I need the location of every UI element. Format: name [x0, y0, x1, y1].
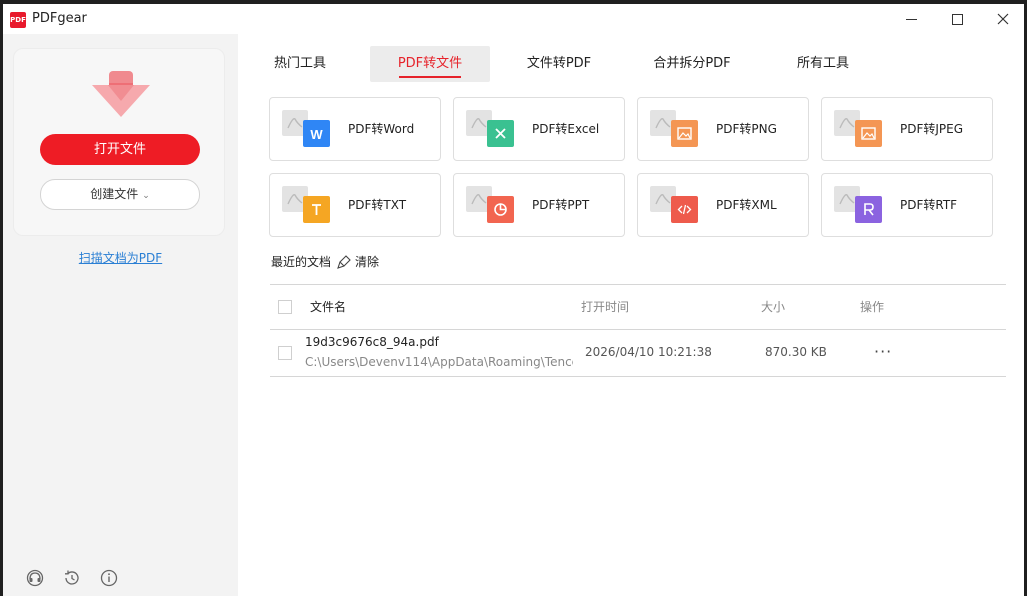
- tool-label: PDF转PNG: [716, 122, 777, 136]
- column-opened[interactable]: 打开时间: [581, 285, 629, 329]
- broom-icon[interactable]: [337, 254, 351, 269]
- tool-label: PDF转RTF: [900, 198, 958, 212]
- svg-text:W: W: [310, 127, 323, 142]
- excel-icon: [487, 120, 514, 147]
- tool-label: PDF转TXT: [348, 198, 407, 212]
- tool-pdf-to-png[interactable]: PDF转PNG: [637, 97, 809, 161]
- column-size[interactable]: 大小: [761, 285, 785, 329]
- tab-hot-tools[interactable]: 热门工具: [253, 46, 334, 82]
- image-icon: [671, 120, 698, 147]
- tool-label: PDF转JPEG: [900, 122, 964, 136]
- image-icon: [855, 120, 882, 147]
- tool-pdf-to-jpeg[interactable]: PDF转JPEG: [821, 97, 993, 161]
- headset-icon[interactable]: [25, 568, 45, 588]
- app-window: PDF PDFgear 打开文件 创建文件 ⌄ 扫描文档为PDF 热门工具 PD…: [3, 4, 1024, 596]
- app-logo: PDF: [10, 12, 26, 28]
- tool-label: PDF转XML: [716, 198, 777, 212]
- tool-pdf-to-excel[interactable]: PDF转Excel: [453, 97, 625, 161]
- code-icon: [671, 196, 698, 223]
- file-path: C:\Users\Devenv114\AppData\Roaming\Tence: [305, 355, 573, 369]
- tool-pdf-to-word[interactable]: W PDF转Word: [269, 97, 441, 161]
- sidebar: 打开文件 创建文件 ⌄ 扫描文档为PDF: [3, 34, 238, 596]
- scan-to-pdf-link[interactable]: 扫描文档为PDF: [3, 249, 238, 266]
- tool-pdf-to-xml[interactable]: PDF转XML: [637, 173, 809, 237]
- close-icon: [997, 13, 1009, 25]
- create-file-label: 创建文件: [90, 187, 139, 201]
- create-file-button[interactable]: 创建文件 ⌄: [40, 179, 200, 210]
- table-row[interactable]: 19d3c9676c8_94a.pdf C:\Users\Devenv114\A…: [270, 328, 1006, 377]
- open-file-button[interactable]: 打开文件: [40, 134, 200, 165]
- tool-pdf-to-ppt[interactable]: PDF转PPT: [453, 173, 625, 237]
- word-icon: W: [303, 120, 330, 147]
- select-all-checkbox[interactable]: [278, 300, 292, 314]
- tab-pdf-to-file[interactable]: PDF转文件: [370, 46, 490, 82]
- tool-label: PDF转PPT: [532, 198, 590, 212]
- column-name[interactable]: 文件名: [310, 285, 346, 329]
- row-checkbox[interactable]: [278, 346, 292, 360]
- recent-documents-title: 最近的文档: [271, 255, 332, 269]
- app-title: PDFgear: [32, 11, 87, 26]
- minimize-icon: [905, 18, 917, 20]
- history-icon[interactable]: [62, 568, 82, 588]
- tab-merge-split[interactable]: 合并拆分PDF: [631, 46, 753, 82]
- opened-time: 2026/04/10 10:21:38: [585, 345, 712, 359]
- rtf-icon: [855, 196, 882, 223]
- file-name[interactable]: 19d3c9676c8_94a.pdf: [305, 335, 439, 349]
- recent-documents-header: 最近的文档 清除: [271, 253, 379, 270]
- active-tab-indicator: [399, 76, 461, 78]
- maximize-icon: [951, 13, 963, 25]
- maximize-button[interactable]: [934, 4, 980, 34]
- download-arrow-icon: [92, 71, 150, 117]
- recent-table-header: 文件名 打开时间 大小 操作: [270, 284, 1006, 330]
- tool-pdf-to-rtf[interactable]: PDF转RTF: [821, 173, 993, 237]
- tab-all-tools[interactable]: 所有工具: [773, 46, 873, 82]
- clear-recent-button[interactable]: 清除: [355, 253, 379, 270]
- sidebar-footer: [25, 568, 119, 588]
- column-actions: 操作: [860, 300, 885, 314]
- text-icon: [303, 196, 330, 223]
- chevron-down-icon: ⌄: [142, 191, 150, 201]
- minimize-button[interactable]: [888, 4, 934, 34]
- tab-pdf-to-file-label: PDF转文件: [397, 56, 463, 71]
- ppt-icon: [487, 196, 514, 223]
- tool-label: PDF转Word: [348, 122, 415, 136]
- tab-file-to-pdf[interactable]: 文件转PDF: [509, 46, 609, 82]
- title-bar: PDF PDFgear: [3, 4, 1024, 34]
- info-icon[interactable]: [99, 568, 119, 588]
- tool-label: PDF转Excel: [532, 122, 600, 136]
- file-size: 870.30 KB: [765, 345, 827, 359]
- more-actions-icon[interactable]: ···: [874, 344, 892, 360]
- close-button[interactable]: [980, 4, 1024, 34]
- open-file-panel[interactable]: 打开文件 创建文件 ⌄: [13, 48, 225, 236]
- tool-pdf-to-txt[interactable]: PDF转TXT: [269, 173, 441, 237]
